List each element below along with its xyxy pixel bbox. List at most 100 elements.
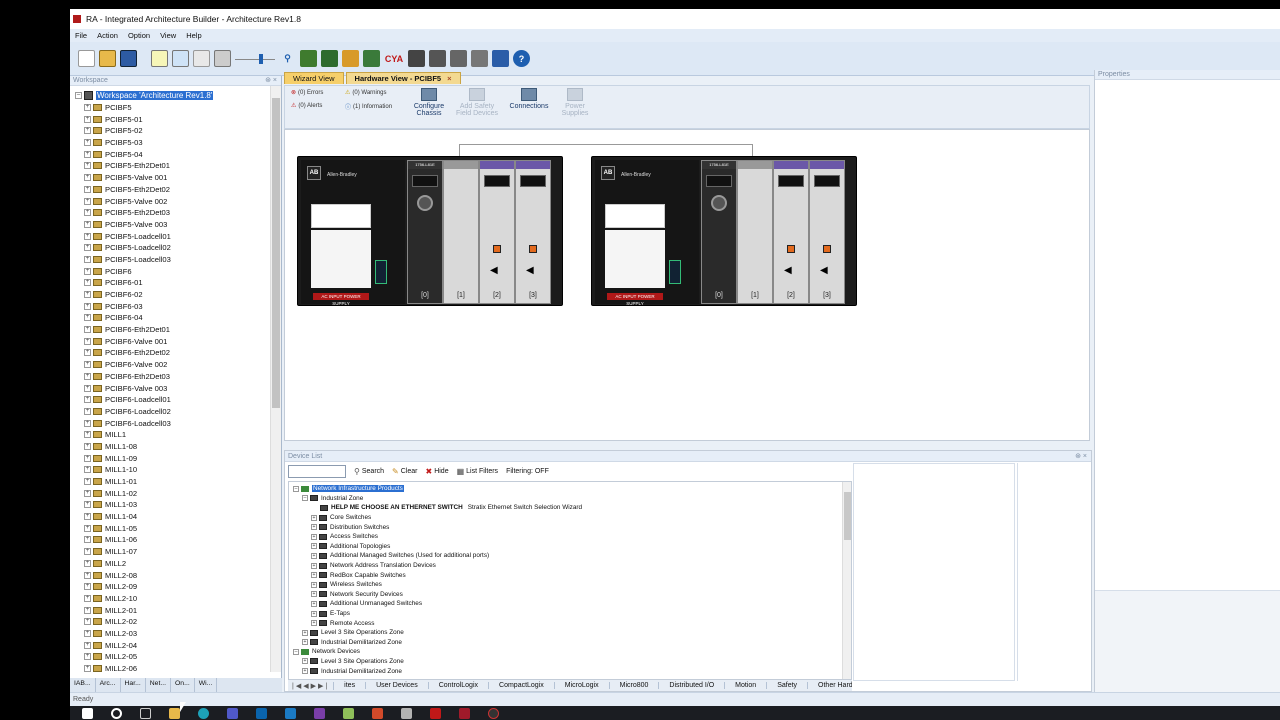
workspace-tree-item[interactable]: + MILL1-02 (70, 487, 270, 499)
search-button[interactable]: ⚲ Search (354, 467, 384, 476)
expand-icon[interactable]: + (84, 115, 91, 123)
file-explorer-icon[interactable] (169, 707, 180, 719)
rack-icon[interactable] (408, 50, 425, 67)
device-tree-item[interactable]: + Access Switches (289, 532, 851, 542)
device-category-tab[interactable]: Motion (725, 682, 768, 689)
pin-icon[interactable]: ⊛ × (265, 76, 277, 86)
scrollbar-thumb[interactable] (272, 98, 280, 408)
expand-icon[interactable]: + (84, 209, 91, 217)
expand-icon[interactable]: + (311, 543, 317, 550)
app-icon[interactable] (401, 707, 412, 719)
connections-button[interactable]: Connections (505, 88, 553, 110)
workspace-tree-item[interactable]: + PCIBF5-Loadcell01 (70, 230, 270, 242)
workspace-tree-item[interactable]: + MILL1-09 (70, 452, 270, 464)
workspace-tree-item[interactable]: + MILL1-07 (70, 546, 270, 558)
expand-icon[interactable]: + (84, 641, 91, 649)
workspace-tree-item[interactable]: + PCIBF5 (70, 102, 270, 114)
expand-icon[interactable]: + (84, 150, 91, 158)
device-tree-item[interactable]: – Industrial Zone (289, 494, 851, 504)
expand-icon[interactable]: + (84, 302, 91, 310)
expand-icon[interactable]: + (311, 533, 317, 540)
device-tree-item[interactable]: + Level 3 Site Operations Zone (289, 657, 851, 667)
expand-icon[interactable]: + (311, 514, 317, 521)
expand-icon[interactable]: + (311, 581, 317, 588)
chassis-icon[interactable] (300, 50, 317, 67)
device-tree-item[interactable]: + Additional Topologies (289, 542, 851, 552)
expand-icon[interactable]: + (84, 524, 91, 532)
expand-icon[interactable]: + (311, 620, 317, 627)
workspace-scrollbar[interactable] (270, 86, 281, 672)
device-tree-item[interactable]: + RedBox Capable Switches (289, 570, 851, 580)
pin-icon[interactable]: ⊛ × (1075, 451, 1087, 462)
workspace-tree-item[interactable]: + PCIBF5-Eth2Det02 (70, 184, 270, 196)
expand-icon[interactable]: + (84, 162, 91, 170)
device-category-tab[interactable]: CompactLogix (489, 682, 555, 689)
workspace-tree-item[interactable]: + MILL1-10 (70, 464, 270, 476)
device-tree-item[interactable]: + Remote Access (289, 618, 851, 628)
workspace-tree-item[interactable]: + MILL2-10 (70, 593, 270, 605)
expand-icon[interactable]: + (84, 104, 91, 112)
expand-icon[interactable]: + (84, 337, 91, 345)
outlook-icon[interactable] (256, 707, 267, 719)
menu-action[interactable]: Action (92, 31, 123, 40)
device-tree-item[interactable]: – Network Infrastructure Products (289, 484, 851, 494)
workspace-tree-item[interactable]: + PCIBF6 (70, 265, 270, 277)
device-tree-item[interactable]: + Additional Managed Switches (Used for a… (289, 551, 851, 561)
configure-chassis-button[interactable]: Configure Chassis (405, 88, 453, 117)
expand-icon[interactable]: + (311, 524, 317, 531)
expand-icon[interactable]: + (84, 618, 91, 626)
layout-icon[interactable] (151, 50, 168, 67)
device-category-tab[interactable]: Other Hardware (808, 682, 852, 689)
device-tree-item[interactable]: + Level 3 Site Operations Zone (289, 628, 851, 638)
expand-icon[interactable]: + (84, 407, 91, 415)
app-icon[interactable] (372, 707, 383, 719)
device-tree-scrollbar[interactable] (842, 482, 851, 680)
expand-icon[interactable]: + (311, 552, 317, 559)
workspace-tree-item[interactable]: + PCIBF6-Valve 003 (70, 382, 270, 394)
expand-icon[interactable]: – (293, 648, 299, 655)
chassis-slot[interactable]: ◀ [3] (809, 160, 845, 304)
workspace-tree-item[interactable]: + PCIBF6-Valve 002 (70, 359, 270, 371)
device-tree-item[interactable]: – Network Devices (289, 647, 851, 657)
layout-icon[interactable] (193, 50, 210, 67)
device-tree-item[interactable]: HELP ME CHOOSE AN ETHERNET SWITCH Stratix… (289, 503, 851, 513)
expand-icon[interactable]: + (311, 610, 317, 617)
workspace-tree-item[interactable]: + MILL1 (70, 429, 270, 441)
search-icon[interactable] (111, 707, 122, 719)
menu-option[interactable]: Option (123, 31, 155, 40)
workspace-tree-item[interactable]: + PCIBF6-01 (70, 277, 270, 289)
workspace-tree-item[interactable]: + PCIBF6-Eth2Det02 (70, 347, 270, 359)
workspace-tree-item[interactable]: + PCIBF5-Valve 002 (70, 195, 270, 207)
expand-icon[interactable]: + (84, 489, 91, 497)
workspace-tree-item[interactable]: + MILL2-03 (70, 628, 270, 640)
expand-icon[interactable]: + (84, 396, 91, 404)
workspace-tree-item[interactable]: + PCIBF5-03 (70, 137, 270, 149)
calculator-icon[interactable] (214, 50, 231, 67)
expand-icon[interactable]: + (84, 653, 91, 661)
device-tree-item[interactable]: + Core Switches (289, 513, 851, 523)
expand-icon[interactable]: + (84, 244, 91, 252)
workspace-tree-item[interactable]: + PCIBF5-Valve 003 (70, 219, 270, 231)
workspace-tree-item[interactable]: + MILL1-08 (70, 441, 270, 453)
device-category-tab[interactable]: Safety (767, 682, 809, 689)
warnings-status[interactable]: ⚠ (0) Warnings (345, 89, 387, 97)
list-filters-button[interactable]: ▦ List Filters (457, 467, 498, 476)
expand-icon[interactable]: + (84, 629, 91, 637)
workspace-tab[interactable]: Har... (121, 678, 146, 692)
workspace-tree-item[interactable]: + PCIBF6-Loadcell02 (70, 406, 270, 418)
expand-icon[interactable]: + (302, 639, 308, 646)
expand-icon[interactable]: + (84, 326, 91, 334)
open-icon[interactable] (99, 50, 116, 67)
iab-icon[interactable] (459, 707, 470, 719)
workspace-tree-item[interactable]: + PCIBF6-Eth2Det03 (70, 371, 270, 383)
expand-icon[interactable]: + (302, 668, 308, 675)
expand-icon[interactable]: + (311, 562, 317, 569)
device-category-tab[interactable]: User Devices (366, 682, 429, 689)
chassis-slot[interactable]: ◀ [3] (515, 160, 551, 304)
expand-icon[interactable]: + (84, 139, 91, 147)
workspace-tree-item[interactable]: + PCIBF5-04 (70, 148, 270, 160)
expand-icon[interactable]: + (84, 431, 91, 439)
workspace-tree-item[interactable]: + PCIBF6-Valve 001 (70, 335, 270, 347)
expand-icon[interactable]: + (84, 536, 91, 544)
alerts-status[interactable]: ⚠ (0) Alerts (291, 102, 322, 110)
